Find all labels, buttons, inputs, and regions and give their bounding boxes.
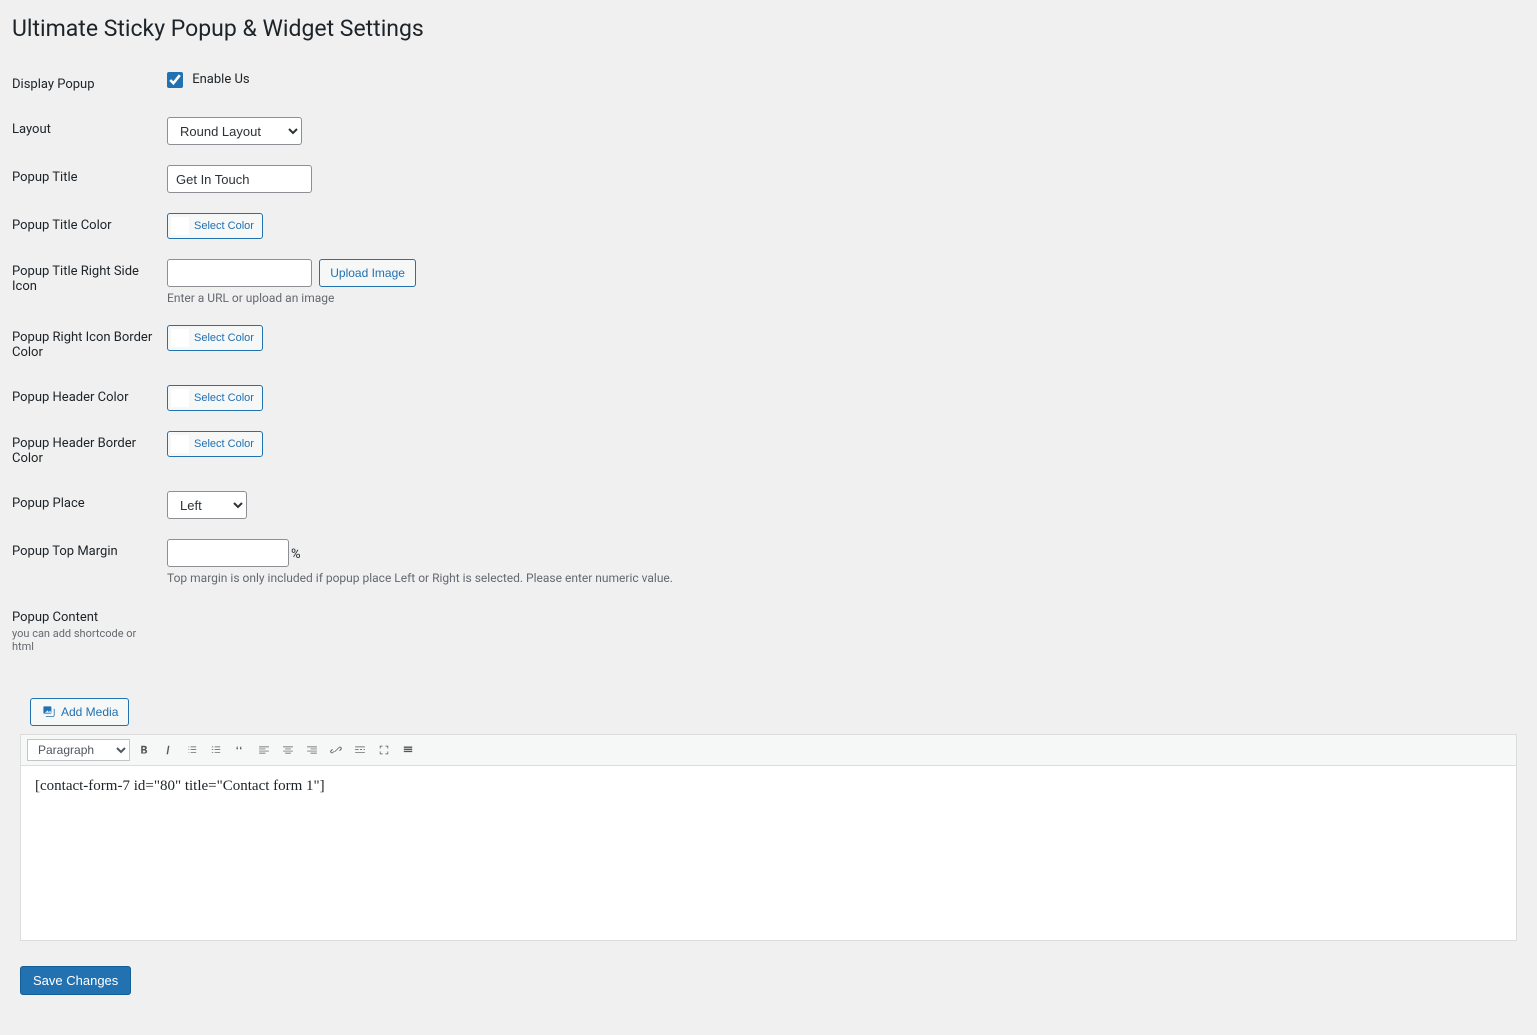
label-header-border-color: Popup Header Border Color bbox=[12, 421, 167, 481]
enable-us-label: Enable Us bbox=[192, 73, 249, 88]
align-right-icon[interactable] bbox=[302, 740, 322, 760]
color-swatch-icon bbox=[171, 329, 189, 347]
header-color-button[interactable]: Select Color bbox=[167, 385, 263, 411]
align-left-icon[interactable] bbox=[254, 740, 274, 760]
color-swatch-icon bbox=[171, 435, 189, 453]
bullet-list-icon[interactable] bbox=[182, 740, 202, 760]
media-icon bbox=[41, 704, 57, 720]
label-popup-content: Popup Content you can add shortcode or h… bbox=[12, 595, 167, 668]
label-top-margin: Popup Top Margin bbox=[12, 529, 167, 595]
toolbar-toggle-icon[interactable] bbox=[398, 740, 418, 760]
title-color-button[interactable]: Select Color bbox=[167, 213, 263, 239]
numbered-list-icon[interactable] bbox=[206, 740, 226, 760]
title-icon-desc: Enter a URL or upload an image bbox=[167, 291, 673, 305]
label-header-color: Popup Header Color bbox=[12, 375, 167, 421]
label-popup-place: Popup Place bbox=[12, 481, 167, 529]
popup-title-input[interactable] bbox=[167, 165, 312, 193]
color-swatch-icon bbox=[171, 217, 189, 235]
settings-form: Display Popup Enable Us Layout Round Lay… bbox=[12, 62, 683, 668]
label-icon-border-color: Popup Right Icon Border Color bbox=[12, 315, 167, 375]
page-title: Ultimate Sticky Popup & Widget Settings bbox=[12, 15, 1517, 42]
fullscreen-icon[interactable] bbox=[374, 740, 394, 760]
label-display-popup: Display Popup bbox=[12, 62, 167, 107]
label-title-color: Popup Title Color bbox=[12, 203, 167, 249]
editor-content[interactable]: [contact-form-7 id="80" title="Contact f… bbox=[20, 766, 1517, 941]
icon-border-color-button[interactable]: Select Color bbox=[167, 325, 263, 351]
title-icon-url-input[interactable] bbox=[167, 259, 312, 287]
popup-content-subnote: you can add shortcode or html bbox=[12, 627, 157, 653]
enable-us-checkbox[interactable] bbox=[167, 72, 183, 88]
upload-image-button[interactable]: Upload Image bbox=[319, 259, 416, 287]
paragraph-select[interactable]: Paragraph bbox=[27, 739, 130, 761]
add-media-button[interactable]: Add Media bbox=[30, 698, 129, 726]
italic-icon[interactable] bbox=[158, 740, 178, 760]
popup-place-select[interactable]: Left Bottom bbox=[167, 491, 247, 519]
label-popup-title: Popup Title bbox=[12, 155, 167, 203]
quote-icon[interactable] bbox=[230, 740, 250, 760]
align-center-icon[interactable] bbox=[278, 740, 298, 760]
save-changes-button[interactable]: Save Changes bbox=[20, 966, 131, 995]
read-more-icon[interactable] bbox=[350, 740, 370, 760]
percent-label: % bbox=[291, 547, 301, 562]
label-layout: Layout bbox=[12, 107, 167, 155]
bold-icon[interactable] bbox=[134, 740, 154, 760]
editor-toolbar: Paragraph bbox=[20, 734, 1517, 766]
top-margin-desc: Top margin is only included if popup pla… bbox=[167, 571, 673, 585]
top-margin-input[interactable] bbox=[167, 539, 289, 567]
label-title-icon: Popup Title Right Side Icon bbox=[12, 249, 167, 315]
color-swatch-icon bbox=[171, 389, 189, 407]
header-border-color-button[interactable]: Select Color bbox=[167, 431, 263, 457]
editor-section: Add Media Paragraph [contact-form-7 id="… bbox=[20, 698, 1517, 941]
link-icon[interactable] bbox=[326, 740, 346, 760]
layout-select[interactable]: Round Layout bbox=[167, 117, 302, 145]
